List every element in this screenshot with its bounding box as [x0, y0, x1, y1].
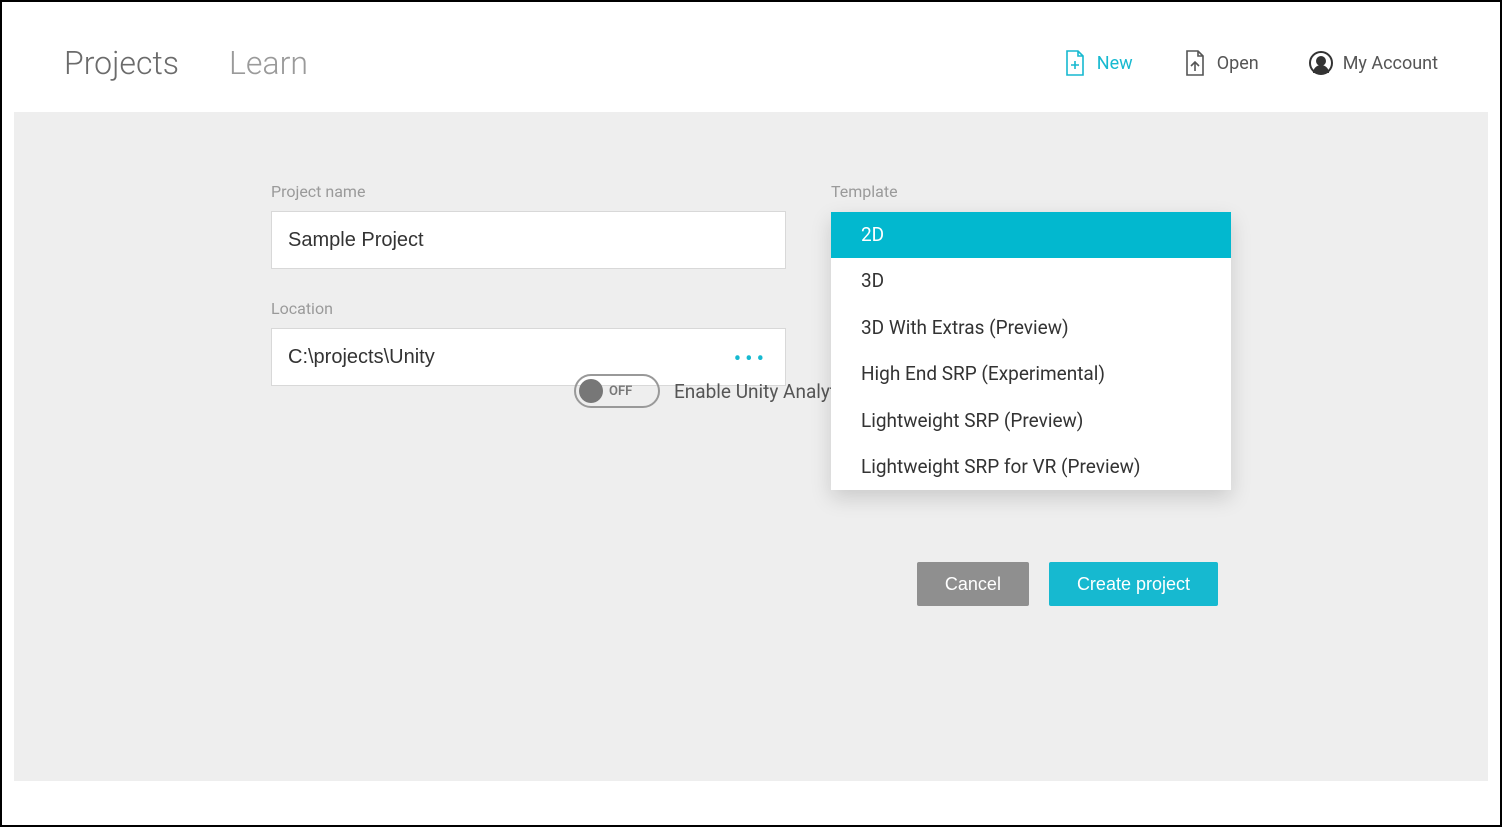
template-option[interactable]: 2D — [831, 212, 1231, 258]
account-avatar-icon — [1309, 51, 1333, 75]
browse-location-button[interactable]: ••• — [734, 347, 768, 372]
template-dropdown[interactable]: 2D3D3D With Extras (Preview)High End SRP… — [831, 212, 1231, 490]
template-option[interactable]: Lightweight SRP (Preview) — [831, 398, 1231, 444]
new-label: New — [1097, 53, 1133, 74]
new-project-button[interactable]: New — [1063, 49, 1133, 77]
open-project-button[interactable]: Open — [1183, 49, 1259, 77]
template-option[interactable]: 3D With Extras (Preview) — [831, 305, 1231, 351]
project-name-input[interactable] — [271, 211, 786, 269]
template-option[interactable]: High End SRP (Experimental) — [831, 351, 1231, 397]
main-panel: Project name Location ••• Template 2D3D3… — [14, 112, 1488, 781]
open-label: Open — [1217, 53, 1259, 74]
location-label: Location — [271, 299, 786, 318]
project-name-label: Project name — [271, 182, 786, 201]
template-option[interactable]: Lightweight SRP for VR (Preview) — [831, 444, 1231, 490]
create-project-button[interactable]: Create project — [1049, 562, 1218, 606]
my-account-button[interactable]: My Account — [1309, 51, 1438, 75]
template-option[interactable]: 3D — [831, 258, 1231, 304]
tab-learn[interactable]: Learn — [229, 44, 308, 82]
template-label: Template — [831, 182, 1231, 201]
account-label: My Account — [1343, 53, 1438, 74]
toggle-knob-icon — [579, 379, 603, 403]
new-file-icon — [1063, 49, 1087, 77]
analytics-toggle[interactable]: OFF — [574, 374, 660, 408]
cancel-button[interactable]: Cancel — [917, 562, 1029, 606]
open-file-icon — [1183, 49, 1207, 77]
toggle-state-label: OFF — [609, 384, 632, 399]
header-bar: Projects Learn New — [14, 14, 1488, 112]
tab-projects[interactable]: Projects — [64, 44, 179, 82]
